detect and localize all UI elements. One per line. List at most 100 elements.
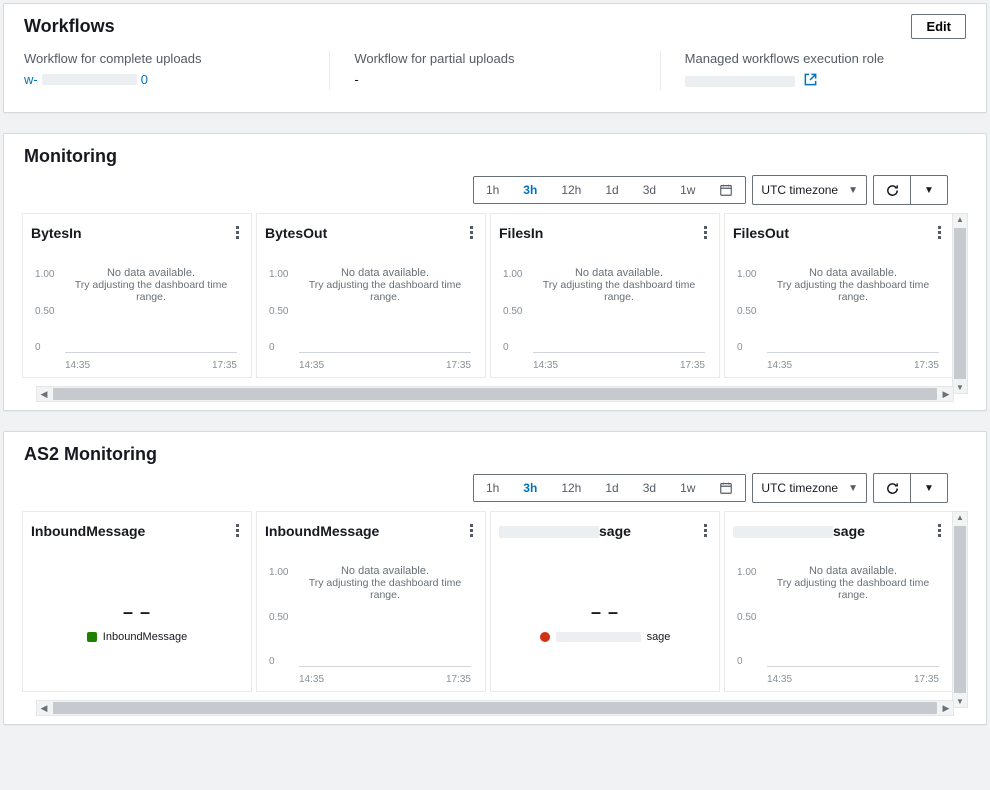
redacted-text — [685, 76, 795, 87]
time-range-12h[interactable]: 12h — [549, 177, 593, 203]
workflow-complete-col: Workflow for complete uploads w- 0 — [24, 51, 305, 90]
x-axis: 14:3517:35 — [767, 360, 939, 371]
horizontal-scrollbar[interactable]: ◀ ▶ — [36, 700, 954, 716]
calendar-icon[interactable] — [707, 475, 745, 501]
external-link-icon[interactable] — [803, 72, 818, 90]
as2-monitoring-title: AS2 Monitoring — [4, 432, 986, 473]
no-data-message: No data available.Try adjusting the dash… — [299, 267, 471, 303]
legend-swatch — [540, 632, 550, 642]
timezone-select[interactable]: UTC timezone▼ — [752, 473, 867, 503]
redacted-text — [42, 74, 137, 85]
chart-body: – –sage — [499, 547, 711, 685]
edit-button[interactable]: Edit — [911, 14, 966, 39]
time-range-3d[interactable]: 3d — [631, 475, 668, 501]
workflow-complete-label: Workflow for complete uploads — [24, 51, 305, 66]
scroll-thumb[interactable] — [954, 228, 966, 379]
y-axis: 1.000.500 — [269, 567, 288, 667]
x-axis: 14:3517:35 — [299, 360, 471, 371]
y-axis: 1.000.500 — [269, 269, 288, 353]
no-data-message: No data available.Try adjusting the dash… — [767, 565, 939, 601]
scroll-down-icon[interactable]: ▼ — [956, 696, 964, 707]
no-data-message: No data available.Try adjusting the dash… — [65, 267, 237, 303]
chart-title: sage — [499, 523, 631, 539]
calendar-icon[interactable] — [707, 177, 745, 203]
chart-menu-button[interactable] — [232, 520, 243, 541]
refresh-options-button[interactable]: ▼ — [911, 175, 948, 205]
workflow-complete-link[interactable]: w- 0 — [24, 72, 305, 87]
legend-swatch — [87, 632, 97, 642]
chart-title: sage — [733, 523, 865, 539]
time-range-1w[interactable]: 1w — [668, 475, 707, 501]
refresh-button[interactable] — [873, 175, 911, 205]
y-axis: 1.000.500 — [737, 567, 756, 667]
scroll-down-icon[interactable]: ▼ — [956, 382, 964, 393]
workflow-role-label: Managed workflows execution role — [685, 51, 966, 66]
scroll-thumb[interactable] — [53, 388, 937, 400]
time-range-selector[interactable]: 1h3h12h1d3d1w — [473, 176, 746, 204]
vertical-scrollbar[interactable]: ▲ ▼ — [952, 511, 968, 708]
chart-menu-button[interactable] — [700, 222, 711, 243]
scroll-left-icon[interactable]: ◀ — [37, 388, 51, 400]
scroll-thumb[interactable] — [954, 526, 966, 693]
chart-card: BytesOut1.000.500No data available.Try a… — [256, 213, 486, 378]
chart-menu-button[interactable] — [934, 222, 945, 243]
redacted-text — [556, 632, 641, 642]
workflow-role-col: Managed workflows execution role — [685, 51, 966, 90]
chevron-down-icon: ▼ — [924, 483, 934, 494]
x-axis: 14:3517:35 — [533, 360, 705, 371]
chart-body: 1.000.500 No data available.Try adjusting… — [265, 547, 477, 685]
no-data-message: No data available.Try adjusting the dash… — [299, 565, 471, 601]
time-range-3h[interactable]: 3h — [511, 475, 549, 501]
scroll-thumb[interactable] — [53, 702, 937, 714]
chart-card: sage 1.000.500 No data available.Try adjus… — [724, 511, 954, 692]
chart-body: 1.000.500 No data available.Try adjusting… — [733, 547, 945, 685]
separator — [660, 51, 661, 90]
refresh-button[interactable] — [873, 473, 911, 503]
horizontal-scrollbar[interactable]: ◀ ▶ — [36, 386, 954, 402]
redacted-text — [733, 526, 833, 538]
chart-body: 1.000.500 No data available.Try adjusting… — [265, 249, 477, 371]
time-range-1h[interactable]: 1h — [474, 177, 511, 203]
chart-title: FilesIn — [499, 225, 543, 241]
time-range-1w[interactable]: 1w — [668, 177, 707, 203]
x-axis: 14:3517:35 — [65, 360, 237, 371]
time-range-selector[interactable]: 1h3h12h1d3d1w — [473, 474, 746, 502]
chart-card: InboundMessage 1.000.500 No data available… — [256, 511, 486, 692]
workflows-panel: Workflows Edit Workflow for complete upl… — [3, 3, 987, 113]
refresh-options-button[interactable]: ▼ — [911, 473, 948, 503]
chart-body: 1.000.500No data available.Try adjusting… — [733, 249, 945, 371]
x-axis: 14:3517:35 — [299, 674, 471, 685]
chart-menu-button[interactable] — [466, 222, 477, 243]
chart-title: InboundMessage — [265, 523, 379, 539]
separator — [329, 51, 330, 90]
no-value-indicator: – – — [591, 602, 619, 623]
time-range-1d[interactable]: 1d — [593, 475, 630, 501]
scroll-right-icon[interactable]: ▶ — [939, 388, 953, 400]
timezone-select[interactable]: UTC timezone▼ — [752, 175, 867, 205]
scroll-up-icon[interactable]: ▲ — [956, 214, 964, 225]
scroll-right-icon[interactable]: ▶ — [939, 702, 953, 714]
chart-card: FilesOut1.000.500No data available.Try a… — [724, 213, 954, 378]
time-range-1h[interactable]: 1h — [474, 475, 511, 501]
time-range-3h[interactable]: 3h — [511, 177, 549, 203]
chart-menu-button[interactable] — [466, 520, 477, 541]
time-range-3d[interactable]: 3d — [631, 177, 668, 203]
scroll-left-icon[interactable]: ◀ — [37, 702, 51, 714]
chart-menu-button[interactable] — [700, 520, 711, 541]
scroll-up-icon[interactable]: ▲ — [956, 512, 964, 523]
y-axis: 1.000.500 — [35, 269, 54, 353]
vertical-scrollbar[interactable]: ▲ ▼ — [952, 213, 968, 394]
chart-body: – –InboundMessage — [31, 547, 243, 685]
legend-item: InboundMessage — [87, 631, 187, 643]
chart-menu-button[interactable] — [232, 222, 243, 243]
chart-menu-button[interactable] — [934, 520, 945, 541]
time-range-12h[interactable]: 12h — [549, 475, 593, 501]
chart-card: sage – –sage — [490, 511, 720, 692]
chevron-down-icon: ▼ — [848, 483, 858, 494]
time-range-1d[interactable]: 1d — [593, 177, 630, 203]
chart-card: FilesIn1.000.500No data available.Try ad… — [490, 213, 720, 378]
as2-monitoring-panel: AS2 Monitoring 1h3h12h1d3d1wUTC timezone… — [3, 431, 987, 725]
no-data-message: No data available.Try adjusting the dash… — [533, 267, 705, 303]
x-axis: 14:3517:35 — [767, 674, 939, 685]
chevron-down-icon: ▼ — [848, 185, 858, 196]
